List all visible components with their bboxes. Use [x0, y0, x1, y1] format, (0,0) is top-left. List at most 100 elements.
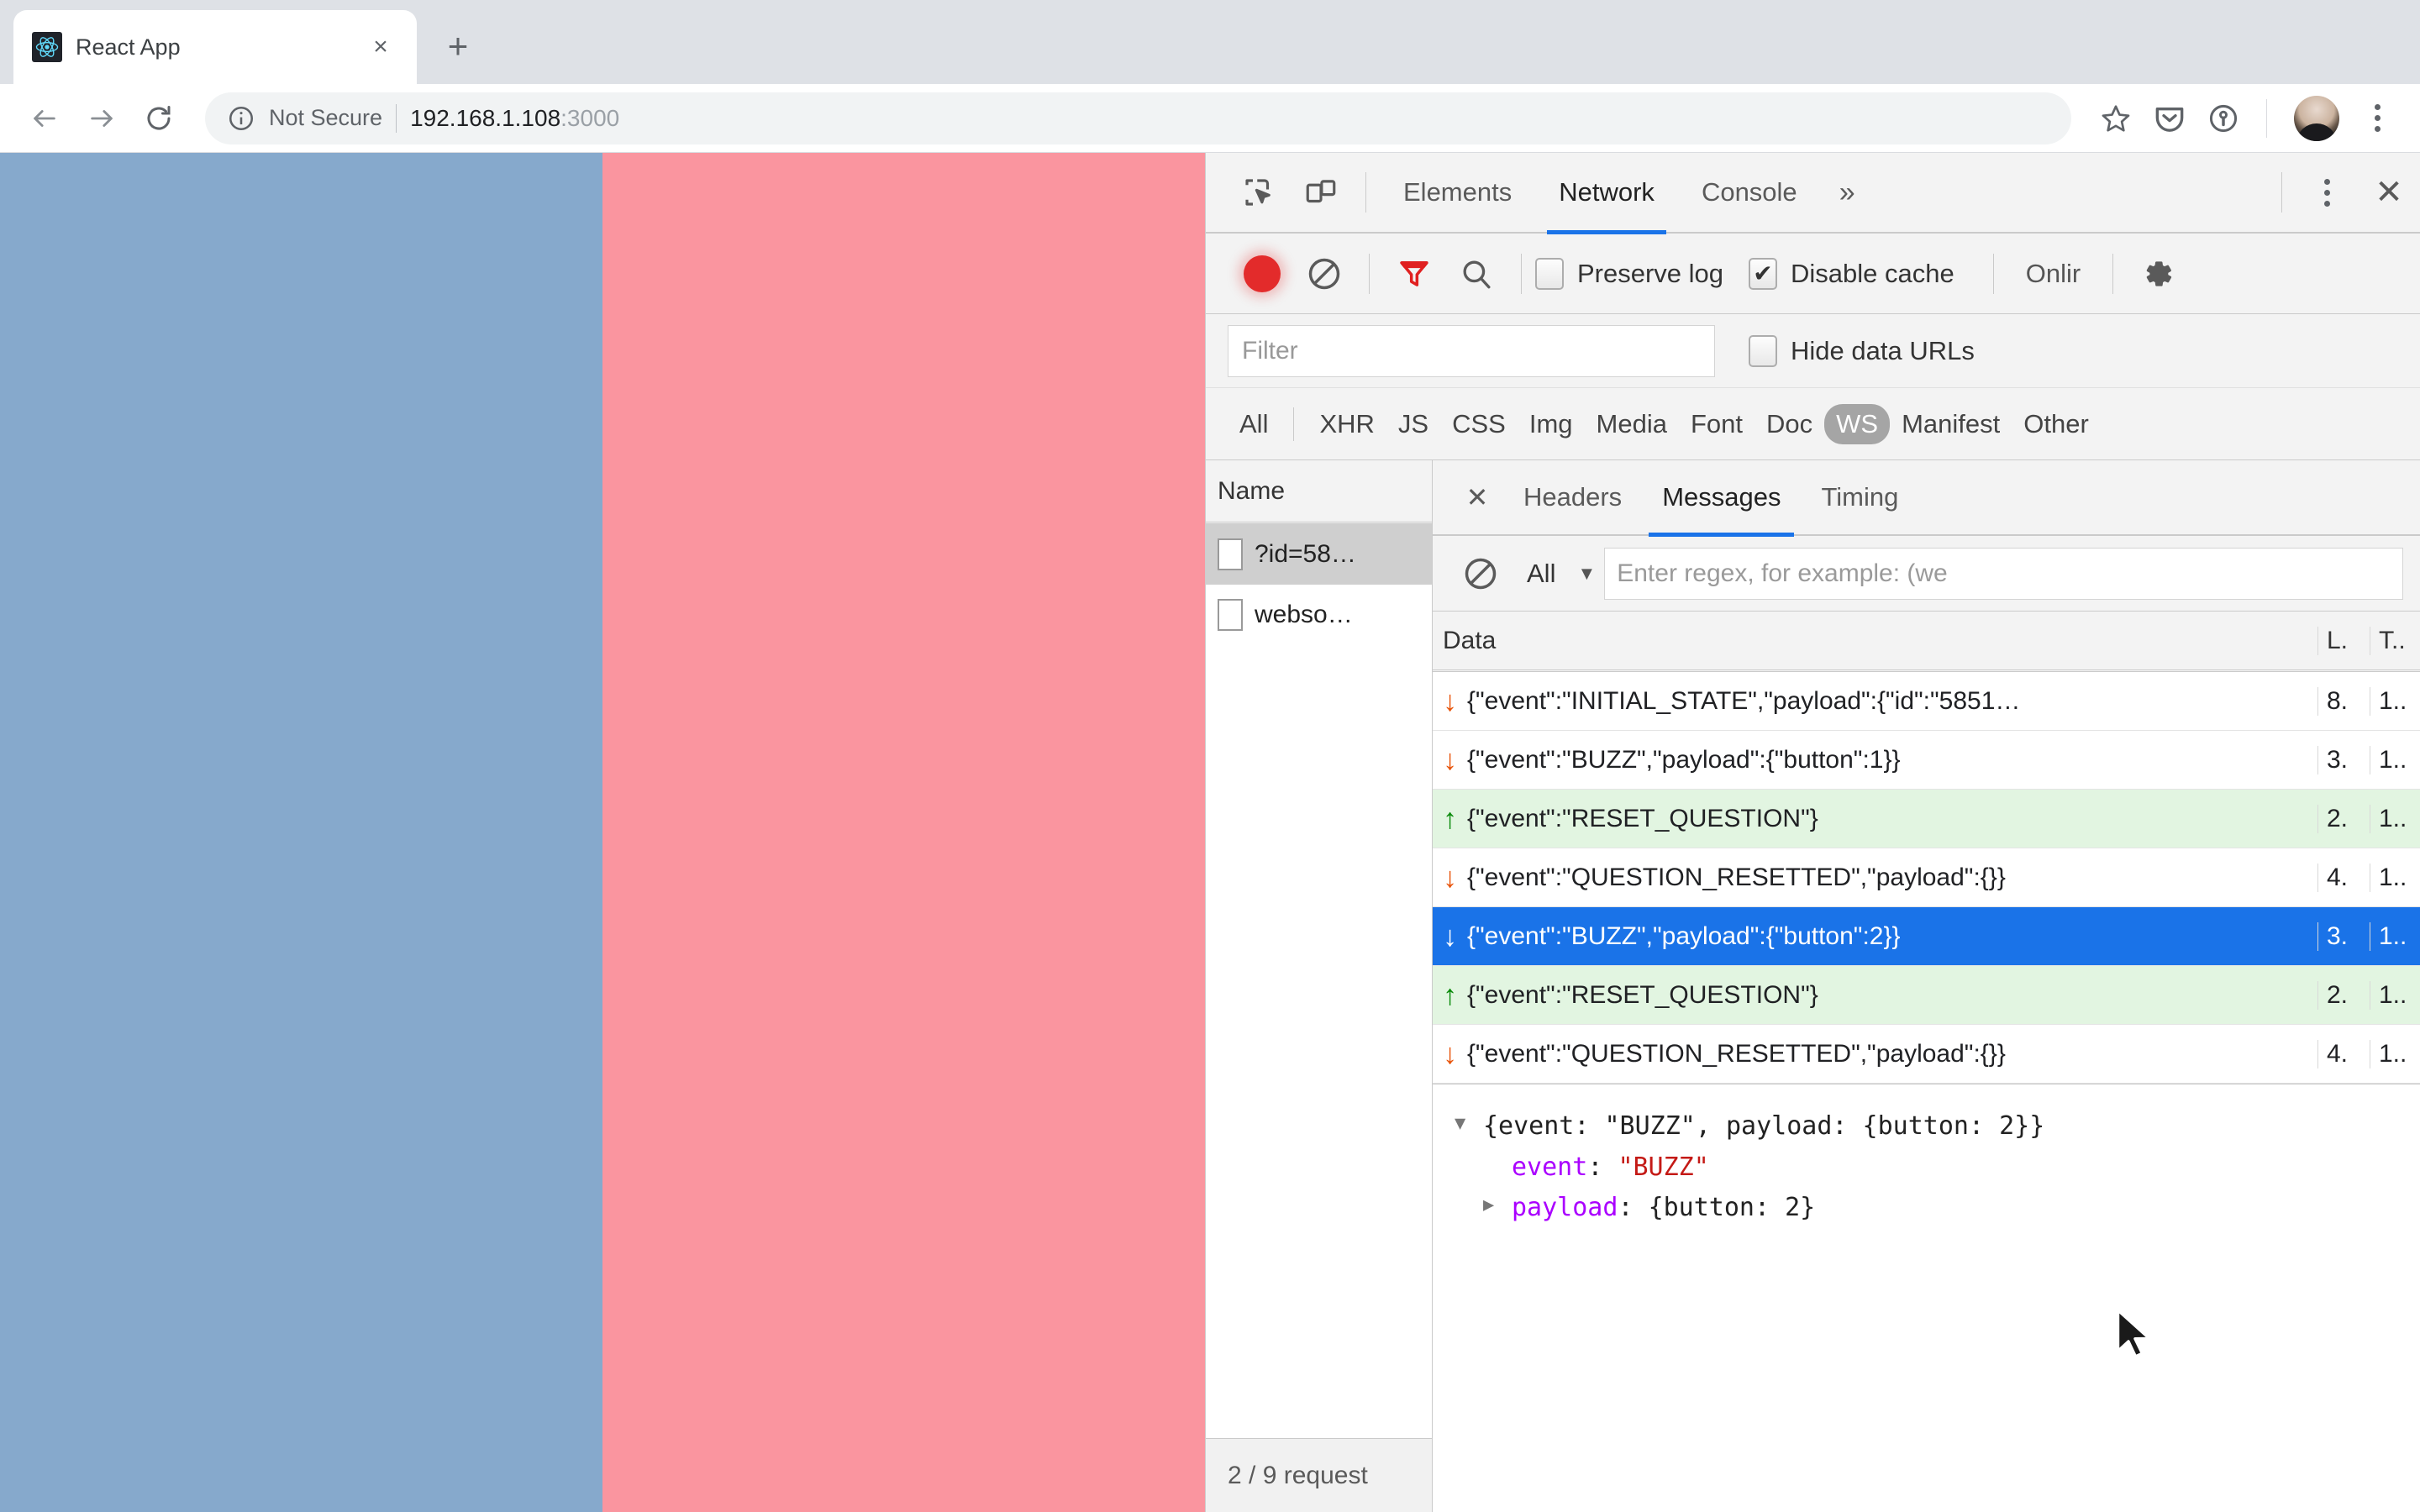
preview-property-key: event: [1512, 1147, 1587, 1189]
devtools-tabbar: Elements Network Console » ✕: [1206, 153, 2420, 234]
toolbar-divider: [2266, 99, 2267, 138]
detail-tabbar: ✕ Headers Messages Timing: [1433, 460, 2420, 536]
clear-messages-icon[interactable]: [1449, 543, 1512, 605]
throttling-select[interactable]: Onlir: [2007, 259, 2099, 289]
disable-cache-checkbox[interactable]: [1749, 258, 1777, 290]
message-text: {"event":"BUZZ","payload":{"button":1}}: [1467, 746, 1901, 774]
request-list-item[interactable]: ?id=58…: [1206, 524, 1432, 585]
preview-property-row[interactable]: ▶payload: {button: 2}: [1455, 1188, 2398, 1229]
messages-table: Data L. T.. ↓{"event":"INITIAL_STATE","p…: [1433, 612, 2420, 1084]
record-button-icon[interactable]: [1231, 243, 1293, 305]
resource-type-ws[interactable]: WS: [1824, 404, 1890, 444]
message-preview-pane: ▼ {event: "BUZZ", payload: {button: 2}} …: [1433, 1084, 2420, 1512]
clear-network-icon[interactable]: [1293, 243, 1355, 305]
chevron-down-icon: ▼: [1577, 563, 1596, 585]
preview-root-text: {event: "BUZZ", payload: {button: 2}}: [1483, 1106, 2044, 1147]
preview-root-row[interactable]: ▼ {event: "BUZZ", payload: {button: 2}}: [1455, 1106, 2398, 1147]
web-page-viewport[interactable]: [0, 153, 1205, 1512]
device-toolbar-icon[interactable]: [1290, 161, 1352, 223]
kebab-menu-icon[interactable]: [2353, 94, 2402, 143]
request-list-item[interactable]: webso…: [1206, 585, 1432, 645]
tab-network[interactable]: Network: [1535, 152, 1678, 233]
tab-elements[interactable]: Elements: [1380, 152, 1535, 233]
arrow-down-icon: ↓: [1443, 864, 1457, 892]
tabbar-divider: [1365, 172, 1366, 213]
address-bar[interactable]: Not Secure 192.168.1.108:3000: [205, 92, 2071, 144]
expand-triangle-icon[interactable]: ▶: [1483, 1188, 1512, 1224]
message-length-cell: 2.: [2317, 805, 2370, 833]
magnifier-search-icon[interactable]: [1445, 243, 1507, 305]
resource-type-js[interactable]: JS: [1386, 404, 1440, 444]
network-main: Name ?id=58…webso… 2 / 9 request ✕ Heade…: [1206, 460, 2420, 1512]
gear-settings-icon[interactable]: [2127, 243, 2189, 305]
arrow-down-icon: ↓: [1443, 1040, 1457, 1068]
message-data-cell: ↑{"event":"RESET_QUESTION"}: [1433, 981, 2317, 1010]
browser-tab[interactable]: React App ×: [13, 10, 417, 84]
page-panel-right[interactable]: [602, 153, 1205, 1512]
column-header-time[interactable]: T..: [2370, 627, 2420, 655]
message-row[interactable]: ↓{"event":"INITIAL_STATE","payload":{"id…: [1433, 672, 2420, 731]
tab-headers[interactable]: Headers: [1503, 459, 1642, 535]
tab-timing[interactable]: Timing: [1801, 459, 1918, 535]
funnel-filter-icon[interactable]: [1383, 243, 1445, 305]
forward-icon[interactable]: [76, 92, 128, 144]
tab-messages[interactable]: Messages: [1642, 459, 1801, 535]
column-header-length[interactable]: L.: [2317, 627, 2370, 655]
resource-type-xhr[interactable]: XHR: [1307, 404, 1386, 444]
resource-type-doc[interactable]: Doc: [1754, 404, 1824, 444]
message-text: {"event":"RESET_QUESTION"}: [1467, 805, 1818, 833]
star-icon[interactable]: [2091, 94, 2140, 143]
message-time-cell: 1..: [2370, 746, 2420, 774]
request-list-header[interactable]: Name: [1206, 460, 1432, 524]
resource-type-manifest[interactable]: Manifest: [1890, 404, 2012, 444]
new-tab-button[interactable]: +: [432, 20, 484, 72]
resource-type-filters: All XHRJSCSSImgMediaFontDocWSManifestOthe…: [1206, 388, 2420, 460]
message-type-select[interactable]: All ▼: [1527, 559, 1596, 589]
page-panel-left[interactable]: [0, 153, 602, 1512]
request-name: ?id=58…: [1255, 540, 1356, 569]
preview-property-row[interactable]: event: "BUZZ": [1455, 1147, 2398, 1189]
hide-data-urls-group[interactable]: Hide data URLs: [1749, 335, 2000, 367]
resource-type-all[interactable]: All: [1228, 404, 1280, 444]
message-time-cell: 1..: [2370, 805, 2420, 833]
more-tabs-icon[interactable]: »: [1821, 152, 1874, 233]
hide-data-urls-checkbox[interactable]: [1749, 335, 1777, 367]
resource-type-media[interactable]: Media: [1585, 404, 1679, 444]
preserve-log-checkbox[interactable]: [1535, 258, 1564, 290]
close-icon[interactable]: ✕: [2358, 161, 2420, 223]
avatar[interactable]: [2294, 96, 2339, 141]
request-name: webso…: [1255, 601, 1353, 629]
expand-triangle-icon[interactable]: ▼: [1455, 1106, 1483, 1142]
resource-type-css[interactable]: CSS: [1440, 404, 1518, 444]
close-icon[interactable]: ×: [363, 29, 398, 65]
message-length-cell: 4.: [2317, 864, 2370, 892]
request-detail-pane: ✕ Headers Messages Timing All ▼ En: [1433, 460, 2420, 1512]
message-row[interactable]: ↑{"event":"RESET_QUESTION"}2.1..: [1433, 966, 2420, 1025]
message-row[interactable]: ↓{"event":"BUZZ","payload":{"button":1}}…: [1433, 731, 2420, 790]
kebab-menu-icon[interactable]: [2296, 161, 2358, 223]
message-row[interactable]: ↓{"event":"QUESTION_RESETTED","payload":…: [1433, 848, 2420, 907]
close-icon[interactable]: ✕: [1451, 471, 1503, 523]
resource-type-font[interactable]: Font: [1679, 404, 1754, 444]
info-circle-icon[interactable]: [227, 104, 255, 133]
filter-input[interactable]: Filter: [1228, 325, 1715, 377]
message-row[interactable]: ↑{"event":"RESET_QUESTION"}2.1..: [1433, 790, 2420, 848]
regex-filter-input[interactable]: Enter regex, for example: (we: [1604, 548, 2403, 600]
tab-console[interactable]: Console: [1678, 152, 1821, 233]
column-header-data[interactable]: Data: [1433, 627, 2317, 655]
pocket-icon[interactable]: [2145, 94, 2194, 143]
resource-type-other[interactable]: Other: [2012, 404, 2101, 444]
reload-icon[interactable]: [133, 92, 185, 144]
inspect-element-icon[interactable]: [1228, 161, 1290, 223]
1password-icon[interactable]: [2199, 94, 2248, 143]
document-icon: [1218, 538, 1243, 570]
resource-type-img[interactable]: Img: [1518, 404, 1585, 444]
request-list-body[interactable]: ?id=58… webso…: [1206, 524, 1432, 1438]
message-time-cell: 1..: [2370, 1040, 2420, 1068]
message-row[interactable]: ↓{"event":"QUESTION_RESETTED","payload":…: [1433, 1025, 2420, 1084]
react-logo-icon: [32, 32, 62, 62]
network-toolbar-divider-1: [1369, 254, 1370, 294]
back-icon[interactable]: [18, 92, 71, 144]
network-toolbar-divider-3: [1993, 254, 1994, 294]
message-row[interactable]: ↓{"event":"BUZZ","payload":{"button":2}}…: [1433, 907, 2420, 966]
